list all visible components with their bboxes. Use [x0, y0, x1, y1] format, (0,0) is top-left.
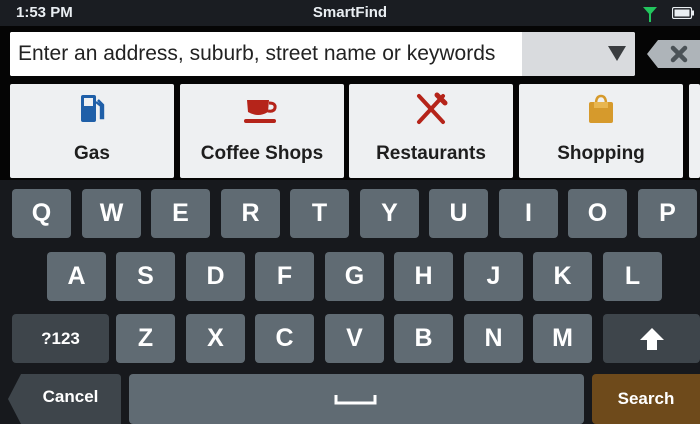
key-x[interactable]: X [186, 314, 245, 363]
key-p[interactable]: P [638, 189, 697, 238]
on-screen-keyboard: Q W E R T Y U I O P A S D F G H J K L ?1… [0, 180, 700, 424]
dropdown-arrow-icon [608, 46, 626, 61]
key-g[interactable]: G [325, 252, 384, 301]
key-r[interactable]: R [221, 189, 280, 238]
signal-icon [643, 7, 657, 22]
category-label: Gas [74, 143, 110, 164]
category-label: Restaurants [376, 143, 486, 164]
backspace-clear-button[interactable] [646, 36, 700, 72]
key-n[interactable]: N [464, 314, 523, 363]
category-more[interactable] [689, 84, 700, 178]
shift-key[interactable] [603, 314, 700, 363]
key-i[interactable]: I [499, 189, 558, 238]
shopping-bag-icon [589, 94, 613, 123]
key-b[interactable]: B [394, 314, 453, 363]
coffee-cup-icon [244, 100, 277, 123]
cancel-button[interactable]: Cancel [8, 374, 121, 424]
space-key[interactable] [129, 374, 584, 424]
key-j[interactable]: J [464, 252, 523, 301]
key-f[interactable]: F [255, 252, 314, 301]
key-z[interactable]: Z [116, 314, 175, 363]
search-input[interactable] [10, 32, 530, 76]
key-a[interactable]: A [47, 252, 106, 301]
search-dropdown-button[interactable] [522, 32, 635, 76]
space-bar-icon [334, 395, 377, 405]
key-u[interactable]: U [429, 189, 488, 238]
category-coffee-shops[interactable]: Coffee Shops [180, 84, 344, 178]
category-restaurants[interactable]: Restaurants [349, 84, 513, 178]
key-o[interactable]: O [568, 189, 627, 238]
arrow-up-icon [639, 327, 664, 350]
category-label: Coffee Shops [200, 143, 324, 164]
key-k[interactable]: K [533, 252, 592, 301]
key-t[interactable]: T [290, 189, 349, 238]
key-m[interactable]: M [533, 314, 592, 363]
key-v[interactable]: V [325, 314, 384, 363]
key-w[interactable]: W [82, 189, 141, 238]
key-e[interactable]: E [151, 189, 210, 238]
battery-icon [672, 7, 694, 19]
numbers-symbols-key[interactable]: ?123 [12, 314, 109, 363]
app-title: SmartFind [312, 4, 388, 21]
key-c[interactable]: C [255, 314, 314, 363]
smartfind-screen: 1:53 PM SmartFind Enter an address, subu… [0, 0, 700, 424]
key-y[interactable]: Y [360, 189, 419, 238]
search-box [10, 32, 635, 76]
cancel-label: Cancel [42, 387, 99, 406]
key-s[interactable]: S [116, 252, 175, 301]
gas-pump-icon [81, 95, 105, 122]
status-bar: 1:53 PM SmartFind [0, 0, 700, 26]
fork-knife-icon [417, 92, 448, 124]
category-shopping[interactable]: Shopping [519, 84, 683, 178]
key-q[interactable]: Q [12, 189, 71, 238]
category-label: Shopping [557, 143, 645, 164]
key-d[interactable]: D [186, 252, 245, 301]
key-h[interactable]: H [394, 252, 453, 301]
search-button[interactable]: Search [592, 374, 700, 424]
key-l[interactable]: L [603, 252, 662, 301]
category-gas[interactable]: Gas [10, 84, 174, 178]
